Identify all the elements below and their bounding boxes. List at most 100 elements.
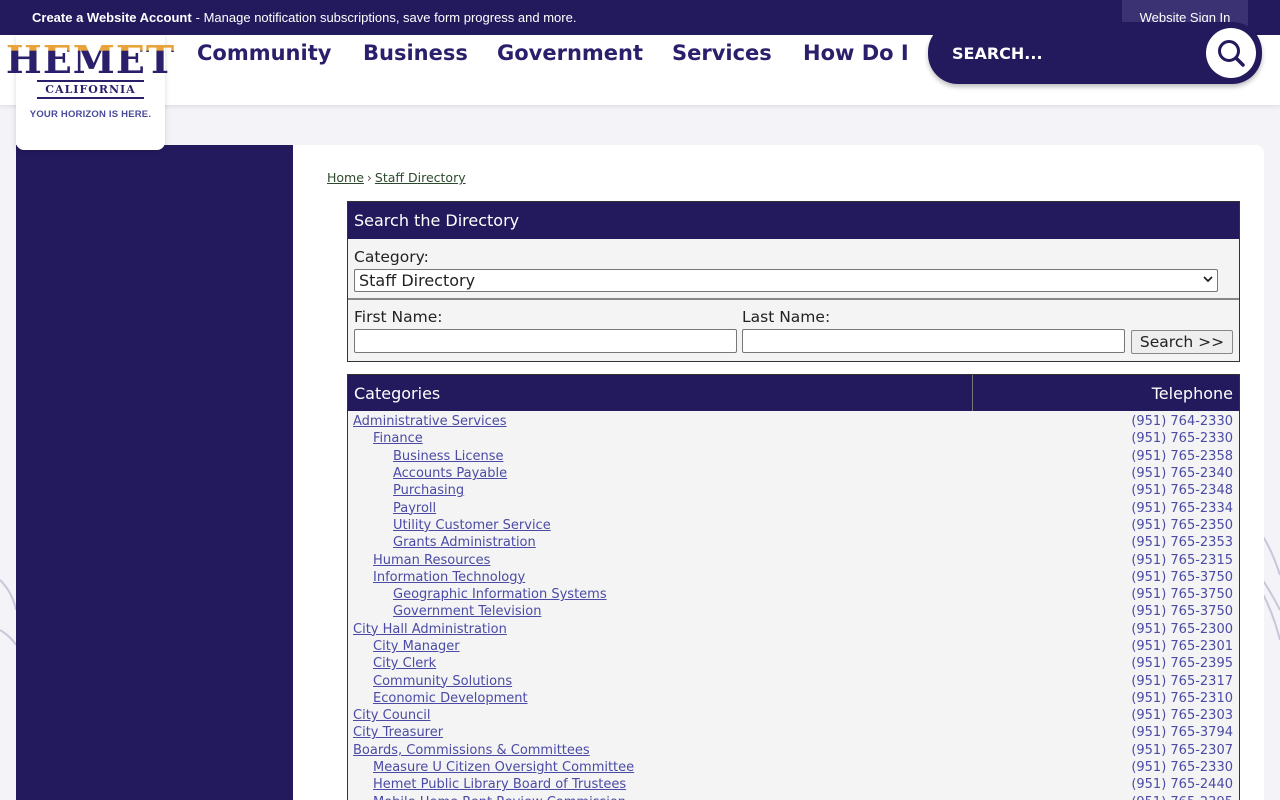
left-sidebar [16,145,293,800]
directory-search-title: Search the Directory [348,202,1239,239]
create-account-description: - Manage notification subscriptions, sav… [195,10,577,25]
table-row: Purchasing (951) 765-2348 [348,482,1239,499]
last-name-input[interactable] [742,329,1125,353]
site-search [928,22,1262,84]
table-row: Geographic Information Systems (951) 765-… [348,586,1239,603]
breadcrumb-separator: › [366,170,372,185]
category-section: Category: Staff Directory [348,239,1239,300]
category-telephone[interactable]: (951) 765-2310 [1131,691,1233,706]
category-telephone[interactable]: (951) 765-2303 [1131,708,1233,723]
table-row: Measure U Citizen Oversight Committee (95… [348,759,1239,776]
table-row: City Council (951) 765-2303 [348,707,1239,724]
category-select-value: Staff Directory [359,271,476,290]
category-telephone[interactable]: (951) 765-2317 [1131,674,1233,689]
category-link[interactable]: City Hall Administration [348,622,507,637]
category-telephone[interactable]: (951) 765-2330 [1131,431,1233,446]
category-link[interactable]: Utility Customer Service [348,518,551,533]
site-search-button[interactable] [1206,28,1256,78]
breadcrumb-home[interactable]: Home [327,170,364,185]
site-search-input[interactable] [952,40,1202,66]
table-row: Payroll (951) 765-2334 [348,499,1239,516]
category-telephone[interactable]: (951) 765-3794 [1131,725,1233,740]
categories-table-header: Categories Telephone [348,375,1239,411]
category-telephone[interactable]: (951) 765-2334 [1131,501,1233,516]
main-content: Home › Staff Directory Search the Director… [293,145,1264,800]
table-row: Business License (951) 765-2358 [348,448,1239,465]
category-select[interactable]: Staff Directory [354,269,1218,292]
last-name-label: Last Name: [742,308,831,326]
category-link[interactable]: City Clerk [348,656,436,671]
category-telephone[interactable]: (951) 765-2395 [1131,795,1233,800]
category-telephone[interactable]: (951) 765-2301 [1131,639,1233,654]
category-telephone[interactable]: (951) 765-2440 [1131,777,1233,792]
first-name-input[interactable] [354,329,737,353]
category-telephone[interactable]: (951) 765-2395 [1131,656,1233,671]
category-telephone[interactable]: (951) 765-2350 [1131,518,1233,533]
create-account-label: Create a Website Account [32,10,192,25]
nav-how-do-i[interactable]: How Do I [803,41,909,65]
category-telephone[interactable]: (951) 765-2358 [1131,449,1233,464]
table-row: Administrative Services (951) 764-2330 [348,413,1239,430]
category-link[interactable]: Accounts Payable [348,466,507,481]
category-link[interactable]: Human Resources [348,553,490,568]
nav-business[interactable]: Business [363,41,468,65]
category-link[interactable]: Mobile Home Rent Review Commission [348,795,626,800]
category-link[interactable]: Business License [348,449,503,464]
table-row: Finance (951) 765-2330 [348,430,1239,447]
breadcrumb-staff-directory[interactable]: Staff Directory [375,170,466,185]
city-logo[interactable]: HEMET CALIFORNIA YOUR HORIZON IS HERE. [6,35,174,150]
category-telephone[interactable]: (951) 764-2330 [1131,414,1233,429]
directory-search-button[interactable]: Search >> [1131,330,1233,354]
table-row: Information Technology (951) 765-3750 [348,569,1239,586]
nav-services[interactable]: Services [672,41,772,65]
category-link[interactable]: Measure U Citizen Oversight Committee [348,760,634,775]
table-row: Government Television (951) 765-3750 [348,603,1239,620]
nav-community[interactable]: Community [197,41,331,65]
category-link[interactable]: Administrative Services [348,414,507,429]
first-name-group: First Name: [354,308,737,353]
category-label: Category: [354,248,429,266]
category-link[interactable]: Hemet Public Library Board of Trustees [348,777,626,792]
category-link[interactable]: Geographic Information Systems [348,587,607,602]
category-telephone[interactable]: (951) 765-2307 [1131,743,1233,758]
category-link[interactable]: Purchasing [348,483,464,498]
categories-rows: Administrative Services (951) 764-2330 Fin… [348,411,1239,800]
category-telephone[interactable]: (951) 765-2353 [1131,535,1233,550]
category-telephone[interactable]: (951) 765-2315 [1131,553,1233,568]
table-row: Boards, Commissions & Committees (951) 76… [348,742,1239,759]
category-telephone[interactable]: (951) 765-2348 [1131,483,1233,498]
category-link[interactable]: Boards, Commissions & Committees [348,743,590,758]
breadcrumb: Home › Staff Directory [327,170,466,185]
category-link[interactable]: Community Solutions [348,674,512,689]
category-telephone[interactable]: (951) 765-3750 [1131,604,1233,619]
table-row: City Manager (951) 765-2301 [348,638,1239,655]
category-telephone[interactable]: (951) 765-3750 [1131,587,1233,602]
category-telephone[interactable]: (951) 765-2330 [1131,760,1233,775]
category-link[interactable]: Government Television [348,604,541,619]
nav-government[interactable]: Government [497,41,643,65]
category-link[interactable]: Grants Administration [348,535,536,550]
table-row: City Treasurer (951) 765-3794 [348,724,1239,741]
table-row: Human Resources (951) 765-2315 [348,551,1239,568]
category-link[interactable]: Payroll [348,501,436,516]
table-row: Accounts Payable (951) 765-2340 [348,465,1239,482]
category-link[interactable]: City Council [348,708,431,723]
logo-wordmark: HEMET [5,37,176,82]
category-link[interactable]: Finance [348,431,423,446]
categories-column-header: Categories [348,375,973,411]
category-telephone[interactable]: (951) 765-3750 [1131,570,1233,585]
table-row: Utility Customer Service (951) 765-2350 [348,517,1239,534]
search-icon [1218,40,1245,67]
first-name-label: First Name: [354,308,443,326]
create-account-link[interactable]: Create a Website Account - Manage notifi… [32,10,576,25]
category-link[interactable]: City Treasurer [348,725,443,740]
directory-search-panel: Search the Directory Category: Staff Dir… [347,201,1240,362]
category-link[interactable]: Economic Development [348,691,528,706]
table-row: Hemet Public Library Board of Trustees (9… [348,776,1239,793]
telephone-column-header: Telephone [1151,383,1233,403]
category-telephone[interactable]: (951) 765-2340 [1131,466,1233,481]
chevron-down-icon [1203,275,1213,286]
category-telephone[interactable]: (951) 765-2300 [1131,622,1233,637]
category-link[interactable]: Information Technology [348,570,525,585]
category-link[interactable]: City Manager [348,639,460,654]
